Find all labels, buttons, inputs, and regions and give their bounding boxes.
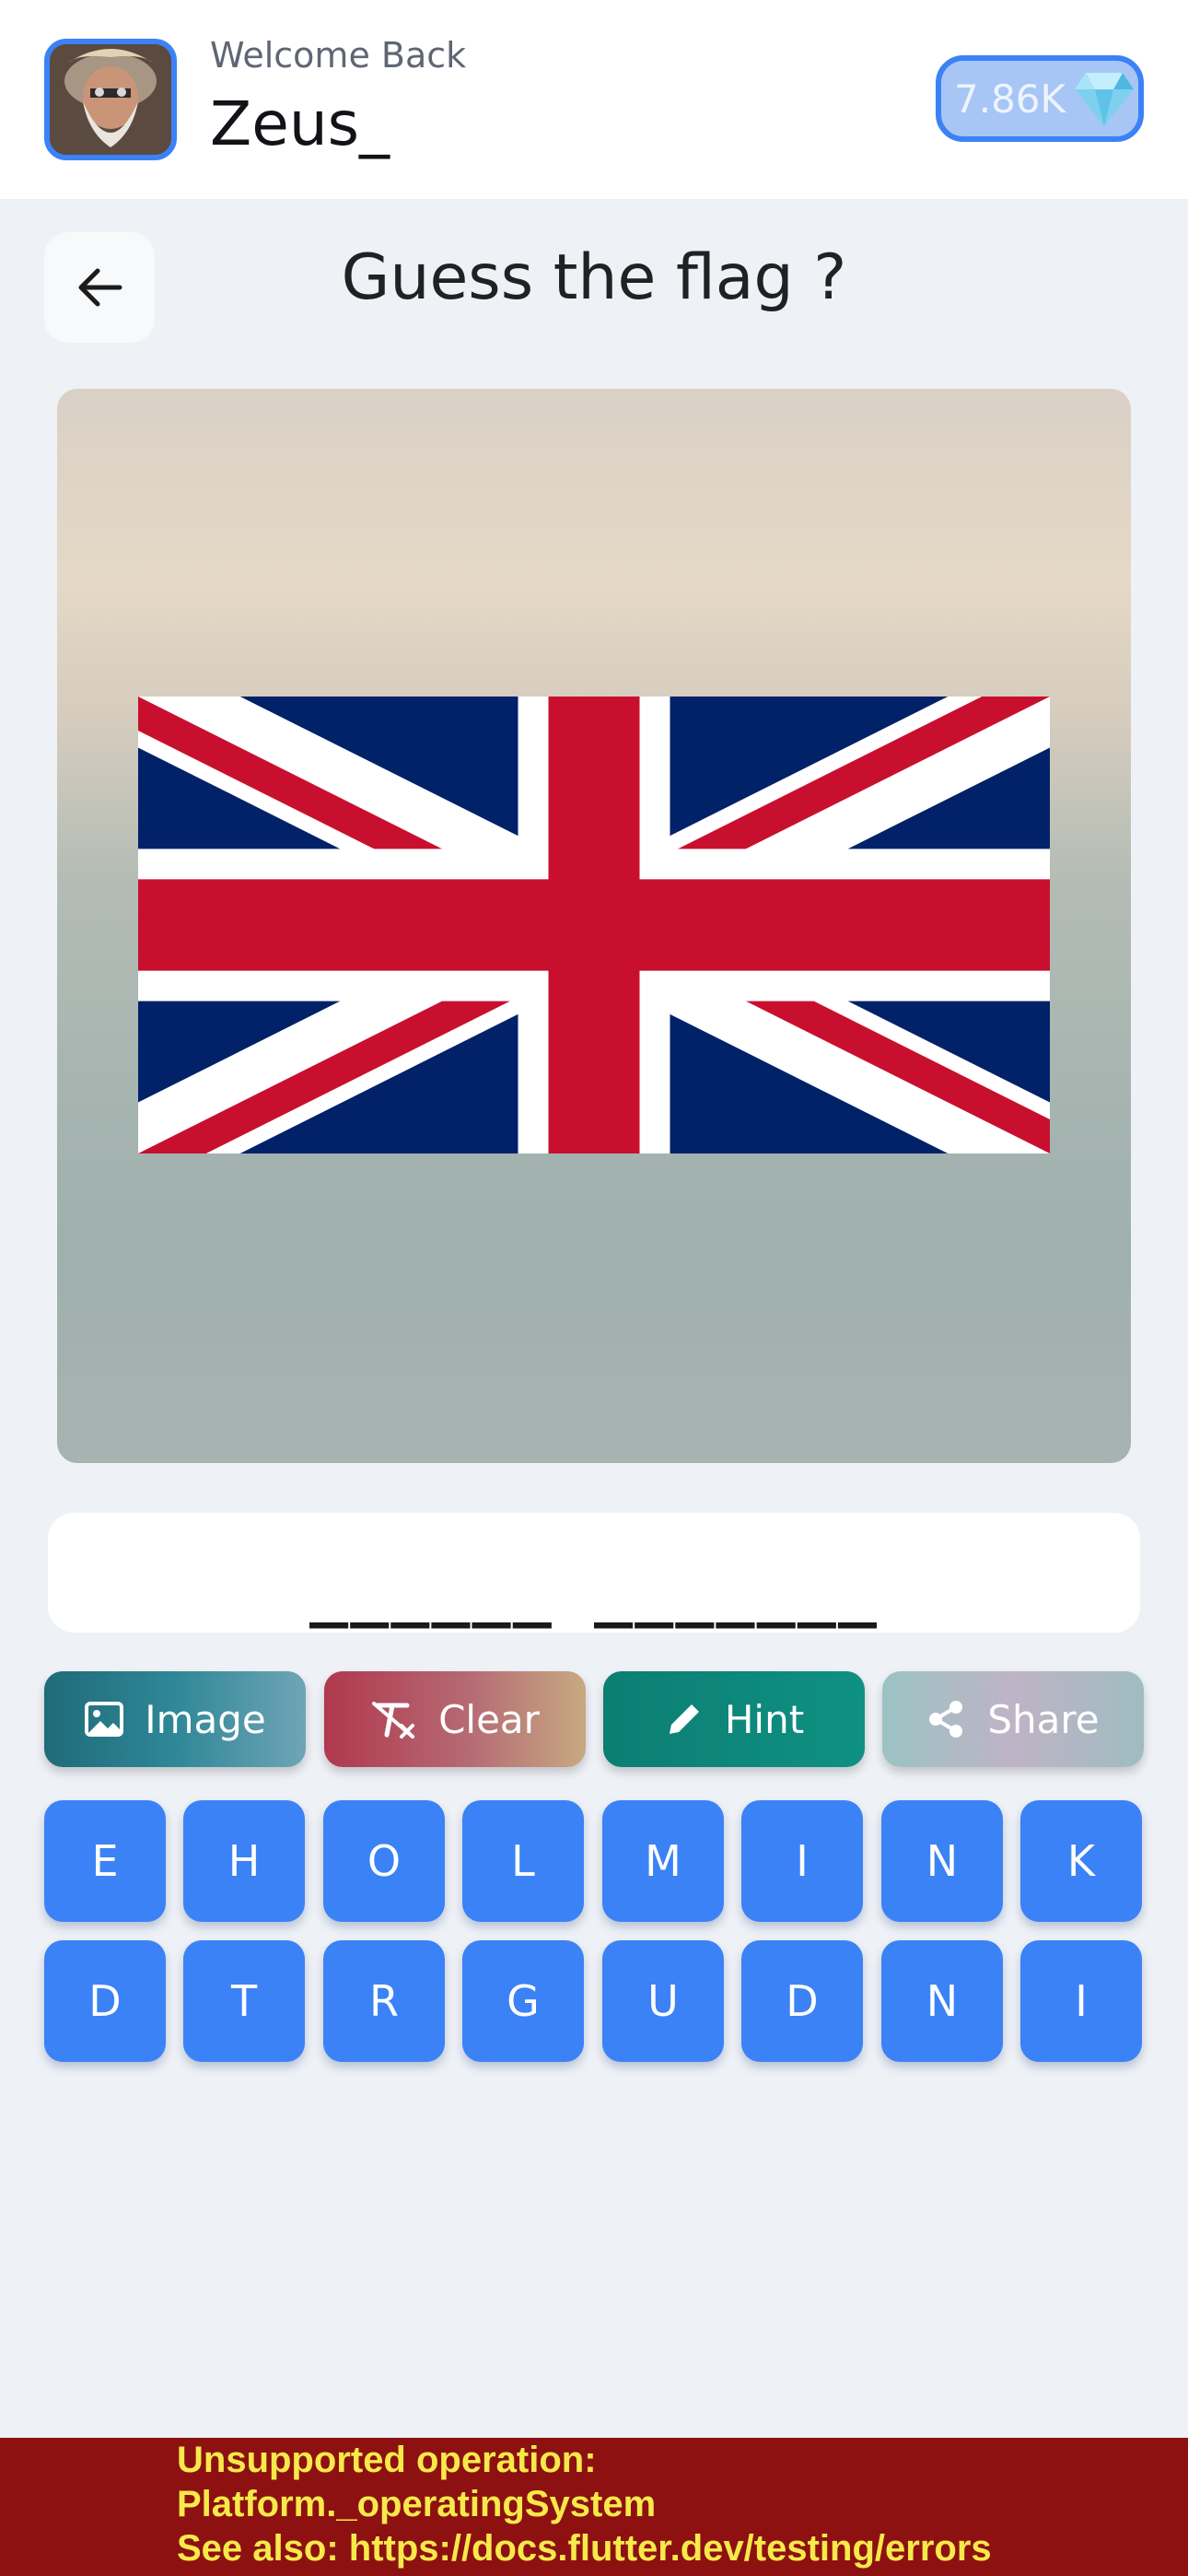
hint-button-label: Hint (724, 1696, 805, 1742)
error-banner: Unsupported operation: Platform._operati… (0, 2438, 1188, 2576)
clear-format-icon (372, 1702, 415, 1739)
share-button[interactable]: Share (882, 1671, 1144, 1767)
clear-button[interactable]: Clear (324, 1671, 586, 1767)
share-icon (929, 1701, 963, 1738)
app-header: Welcome Back Zeus_ 7.86K (0, 0, 1188, 199)
letter-key[interactable]: N (881, 1940, 1003, 2062)
letter-key[interactable]: R (323, 1940, 445, 2062)
clear-button-label: Clear (438, 1696, 540, 1742)
avatar[interactable] (44, 39, 177, 160)
zeus-portrait (50, 44, 171, 155)
share-button-label: Share (987, 1696, 1100, 1742)
gems-count: 7.86K (954, 76, 1066, 122)
pencil-icon (669, 1704, 699, 1734)
letter-key[interactable]: T (183, 1940, 305, 2062)
letter-key[interactable]: N (881, 1800, 1003, 1922)
answer-field[interactable]: ______ _______ (48, 1513, 1140, 1633)
letter-key[interactable]: E (44, 1800, 166, 1922)
answer-blanks: ______ _______ (309, 1553, 879, 1629)
letter-key[interactable]: U (602, 1940, 724, 2062)
username: Zeus_ (210, 88, 390, 159)
hint-button[interactable]: Hint (603, 1671, 865, 1767)
diamond-icon (1075, 73, 1135, 126)
image-button-label: Image (145, 1696, 266, 1742)
page-title: Guess the flag ? (341, 241, 847, 314)
union-jack-flag (138, 697, 1050, 1153)
image-icon (85, 1702, 124, 1737)
letter-key[interactable]: G (462, 1940, 584, 2062)
image-button[interactable]: Image (44, 1671, 306, 1767)
letter-key[interactable]: I (741, 1800, 863, 1922)
letter-key[interactable]: H (183, 1800, 305, 1922)
letter-key[interactable]: L (462, 1800, 584, 1922)
error-line-1: Unsupported operation: (177, 2440, 597, 2480)
gems-badge[interactable]: 7.86K (936, 55, 1144, 142)
error-line-3: See also: https://docs.flutter.dev/testi… (177, 2528, 992, 2569)
letter-key[interactable]: M (602, 1800, 724, 1922)
letter-key[interactable]: D (741, 1940, 863, 2062)
letter-key[interactable]: O (323, 1800, 445, 1922)
letter-key[interactable]: D (44, 1940, 166, 2062)
question-image (57, 389, 1131, 1463)
welcome-label: Welcome Back (210, 35, 467, 76)
letter-key[interactable]: K (1020, 1800, 1142, 1922)
letter-key[interactable]: I (1020, 1940, 1142, 2062)
error-line-2: Platform._operatingSystem (177, 2484, 657, 2524)
